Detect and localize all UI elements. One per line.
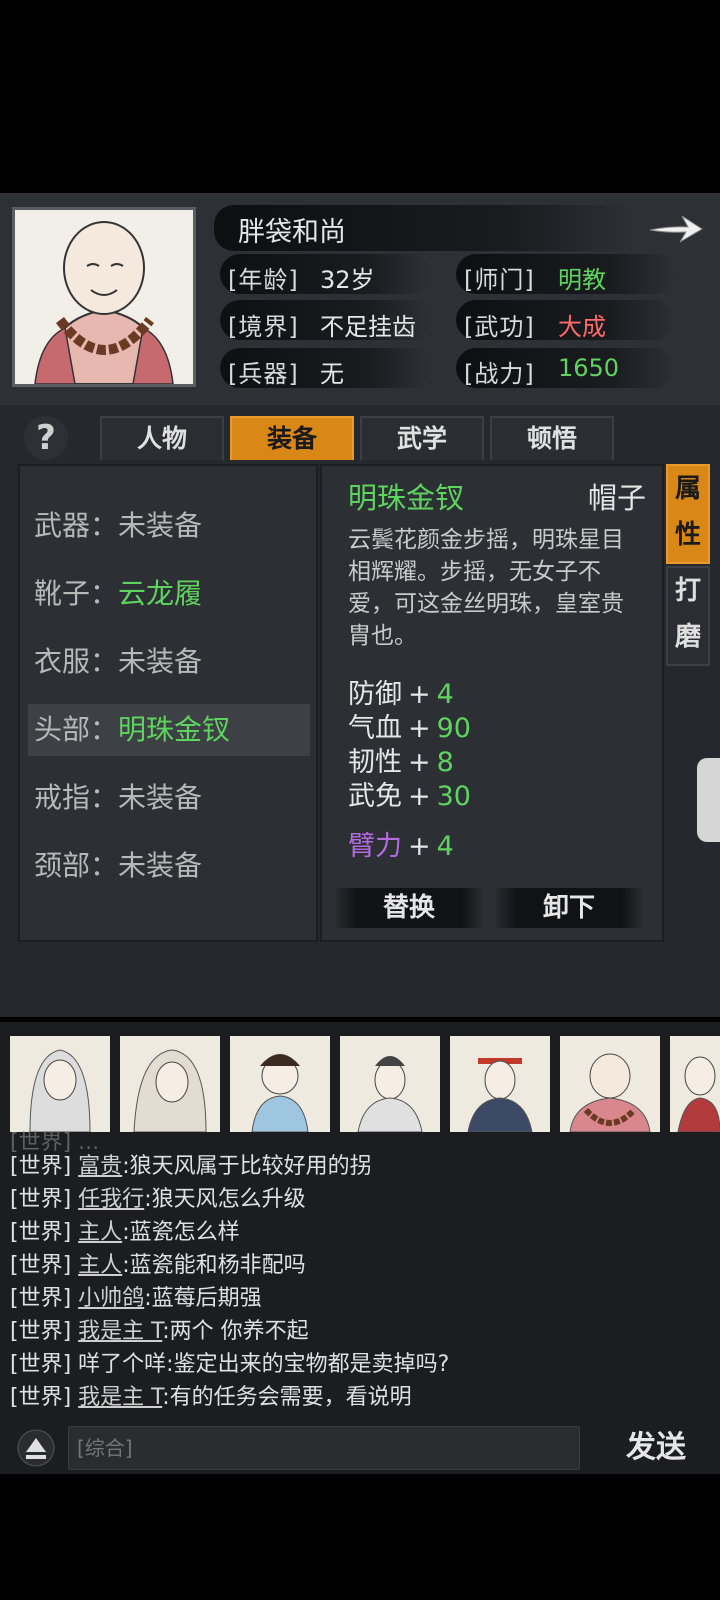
slot-boots[interactable]: 靴子：云龙履 [28,568,310,620]
item-name: 明珠金钗 [348,481,465,515]
age-label: [年龄] [228,266,299,294]
martial-value: 大成 [558,313,606,341]
tab-martial-arts[interactable]: 武学 [360,416,484,460]
chat-line: [世界] 咩了个咩:鉴定出来的宝物都是卖掉吗? [10,1352,450,1377]
slot-value: 未装备 [118,849,203,882]
slot-label: 颈部： [34,849,119,882]
chat-username[interactable]: 富贵 [78,1154,122,1179]
send-button[interactable]: 发送 [598,1424,714,1472]
item-description: 云鬓花颜金步摇，明珠星目相辉耀。步摇，无女子不爱，可这金丝明珠，皇室贵胄也。 [348,527,624,649]
sect-value: 明教 [558,266,606,294]
channel-up-icon[interactable] [16,1428,56,1468]
side-tab-polish[interactable]: 打磨 [666,566,710,666]
party-member-portrait[interactable] [10,1036,110,1132]
item-type: 帽子 [588,481,647,515]
replace-button[interactable]: 替换 [334,888,484,928]
character-portrait[interactable] [12,207,196,387]
slot-weapon[interactable]: 武器：未装备 [28,500,310,552]
tab-enlightenment[interactable]: 顿悟 [490,416,614,460]
chat-username[interactable]: 我是主 T [78,1319,162,1344]
item-stat-martial-immunity: 武免 +30 [348,781,471,812]
slot-value: 未装备 [118,645,203,678]
chat-line: [世界] 任我行:狼天风怎么升级 [10,1187,306,1212]
chat-line: [世界] 我是主 T:有的任务会需要，看说明 [10,1385,412,1410]
slot-clothes[interactable]: 衣服：未装备 [28,636,310,688]
item-stat-strength: 臂力 +4 [348,831,454,862]
chat-line: [世界] 主人:蓝瓷能和杨非配吗 [10,1253,306,1278]
party-member-portrait[interactable] [120,1036,220,1132]
realm-value: 不足挂齿 [320,313,416,341]
chat-line: [世界] 我是主 T:两个 你养不起 [10,1319,309,1344]
slot-label: 衣服： [34,645,119,678]
chat-username[interactable]: 任我行 [78,1187,144,1212]
chat-username[interactable]: 小帅鸽 [78,1286,144,1311]
weapon-label: [兵器] [228,360,299,388]
weapon-value: 无 [320,360,344,388]
slot-value: 未装备 [118,509,203,542]
sect-label: [师门] [464,266,535,294]
slot-value: 云龙履 [118,577,203,610]
chat-line: [世界] 小帅鸽:蓝莓后期强 [10,1286,262,1311]
age-value: 32岁 [320,266,375,294]
party-member-portrait[interactable] [670,1036,720,1132]
slot-label: 武器： [34,509,119,542]
chat-username[interactable]: 我是主 T [78,1385,162,1410]
tab-equipment[interactable]: 装备 [230,416,354,460]
chat-line: [世界] 富贵:狼天风属于比较好用的拐 [10,1154,372,1179]
martial-label: [武功] [464,313,535,341]
chat-input[interactable] [68,1426,580,1470]
slot-head[interactable]: 头部：明珠金钗 [28,704,310,756]
slot-label: 靴子： [34,577,119,610]
slot-value: 未装备 [118,781,203,814]
tab-character[interactable]: 人物 [100,416,224,460]
slot-neck[interactable]: 颈部：未装备 [28,840,310,892]
party-member-portrait[interactable] [450,1036,550,1132]
next-arrow-icon[interactable] [646,208,706,248]
power-value: 1650 [558,354,620,382]
side-drawer-handle[interactable] [697,758,720,842]
slot-ring[interactable]: 戒指：未装备 [28,772,310,824]
chat-username[interactable]: 主人 [78,1253,122,1278]
chat-line: [世界] 主人:蓝瓷怎么样 [10,1220,240,1245]
help-button[interactable]: ? [24,416,68,460]
unequip-button[interactable]: 卸下 [494,888,644,928]
character-name: 胖袋和尚 [238,217,346,248]
slot-value: 明珠金钗 [118,713,231,746]
party-member-portrait[interactable] [560,1036,660,1132]
chat-username[interactable]: 主人 [78,1220,122,1245]
side-tab-attributes[interactable]: 属性 [666,464,710,564]
monk-portrait-icon [15,210,193,384]
power-label: [战力] [464,360,535,388]
slot-label: 戒指： [34,781,119,814]
slot-label: 头部： [34,713,119,746]
realm-label: [境界] [228,313,299,341]
party-member-portrait[interactable] [340,1036,440,1132]
party-member-portrait[interactable] [230,1036,330,1132]
